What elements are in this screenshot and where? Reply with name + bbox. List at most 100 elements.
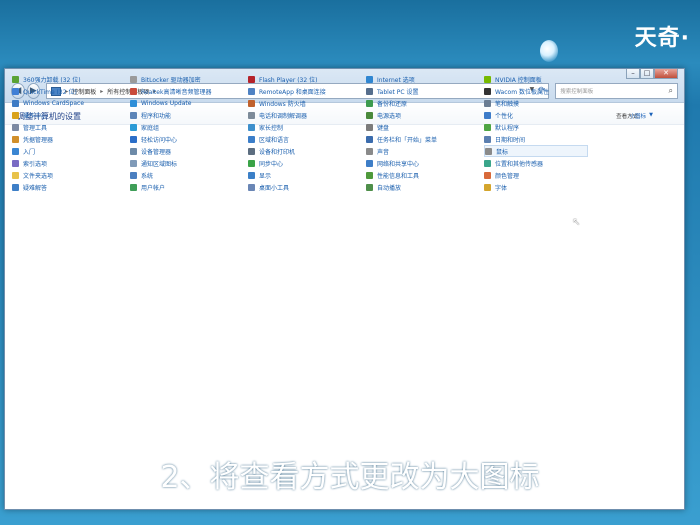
control-panel-item[interactable]: 360强力卸载 (32 位) [12, 73, 130, 85]
item-label: 键盘 [377, 124, 390, 132]
control-panel-item[interactable]: Internet 选项 [366, 73, 484, 85]
control-panel-item[interactable]: 疑难解答 [12, 181, 130, 193]
control-panel-item[interactable]: 入门 [12, 145, 130, 157]
watermark-logo: 天奇· [634, 26, 690, 51]
item-label: 备份和还原 [377, 100, 408, 108]
control-panel-item[interactable]: 操作中心 [12, 109, 130, 121]
control-panel-item[interactable]: 轻松访问中心 [130, 133, 248, 145]
control-panel-items: 360强力卸载 (32 位) QuickTime (32 位) Windows Ca… [12, 73, 602, 193]
item-label: 设备管理器 [141, 148, 172, 156]
control-panel-item[interactable]: 区域和语言 [248, 133, 366, 145]
control-panel-item[interactable]: BitLocker 驱动器加密 [130, 73, 248, 85]
chevron-down-icon[interactable]: ▼ [649, 112, 653, 118]
control-panel-item[interactable]: 备份和还原 [366, 97, 484, 109]
control-panel-item[interactable]: 电话和调制解调器 [248, 109, 366, 121]
control-panel-item[interactable]: Tablet PC 设置 [366, 85, 484, 97]
item-label: 轻松访问中心 [141, 136, 178, 144]
control-panel-item[interactable]: 管理工具 [12, 121, 130, 133]
item-label: 360强力卸载 (32 位) [23, 76, 81, 84]
item-icon [12, 111, 19, 119]
control-panel-item[interactable]: 键盘 [366, 121, 484, 133]
control-panel-item[interactable]: 设备和打印机 [248, 145, 366, 157]
control-panel-item[interactable]: RemoteApp 和桌面连接 [248, 85, 366, 97]
item-label: 网络和共享中心 [377, 160, 420, 168]
control-panel-item[interactable]: 用户帐户 [130, 181, 248, 193]
control-panel-item[interactable]: Windows 防火墙 [248, 97, 366, 109]
item-label: 文件夹选项 [23, 172, 54, 180]
control-panel-item[interactable]: 文件夹选项 [12, 169, 130, 181]
item-label: 电源选项 [377, 112, 402, 120]
control-panel-item[interactable]: 鼠标 [484, 145, 588, 157]
control-panel-item[interactable]: 凭据管理器 [12, 133, 130, 145]
control-panel-item[interactable]: 系统 [130, 169, 248, 181]
control-panel-item[interactable]: 显示 [248, 169, 366, 181]
control-panel-item[interactable]: 日期和时间 [484, 133, 602, 145]
item-icon [484, 183, 491, 191]
item-icon [248, 111, 255, 119]
control-panel-item[interactable]: 家长控制 [248, 121, 366, 133]
item-label: Internet 选项 [377, 76, 415, 84]
control-panel-item[interactable]: 通知区域图标 [130, 157, 248, 169]
control-panel-item[interactable]: 性能信息和工具 [366, 169, 484, 181]
item-label: 颜色管理 [495, 172, 520, 180]
item-icon [248, 135, 255, 143]
item-icon [366, 99, 373, 107]
control-panel-item[interactable]: 位置和其他传感器 [484, 157, 602, 169]
item-icon [484, 75, 491, 83]
control-panel-item[interactable]: 家庭组 [130, 121, 248, 133]
item-label: Flash Player (32 位) [259, 76, 318, 84]
control-panel-item[interactable]: 任务栏和「开始」菜单 [366, 133, 484, 145]
item-icon [248, 147, 255, 155]
control-panel-item[interactable]: 索引选项 [12, 157, 130, 169]
item-icon [130, 123, 137, 131]
item-label: 家长控制 [259, 124, 284, 132]
item-icon [248, 159, 255, 167]
view-by-dropdown[interactable]: 小图标 [629, 112, 646, 120]
control-panel-item[interactable]: Flash Player (32 位) [248, 73, 366, 85]
control-panel-item[interactable]: Realtek高清晰音频管理器 [130, 85, 248, 97]
item-label: 位置和其他传感器 [495, 160, 544, 168]
item-label: 设备和打印机 [259, 148, 296, 156]
minimize-button[interactable]: – [626, 69, 640, 79]
close-button[interactable]: ✕ [654, 69, 678, 79]
desktop-glow [540, 40, 558, 62]
item-icon [12, 171, 19, 179]
control-panel-item[interactable]: Wacom 数位板属性 [484, 85, 602, 97]
item-icon [12, 147, 19, 155]
control-panel-item[interactable]: Windows CardSpace [12, 97, 130, 109]
control-panel-item[interactable]: Windows Update [130, 97, 248, 109]
control-panel-item[interactable]: QuickTime (32 位) [12, 85, 130, 97]
control-panel-item[interactable]: 电源选项 [366, 109, 484, 121]
control-panel-item[interactable]: 声音 [366, 145, 484, 157]
control-panel-item[interactable]: 字体 [484, 181, 602, 193]
item-label: QuickTime (32 位) [23, 88, 77, 96]
item-label: 字体 [495, 184, 508, 192]
control-panel-item[interactable]: 自动播放 [366, 181, 484, 193]
item-label: 索引选项 [23, 160, 48, 168]
control-panel-item[interactable]: 同步中心 [248, 157, 366, 169]
item-label: Tablet PC 设置 [377, 88, 419, 96]
item-label: 笔和触摸 [495, 100, 520, 108]
item-icon [130, 171, 137, 179]
tutorial-caption: 2、将查看方式更改为大图标 [160, 460, 540, 495]
maximize-button[interactable]: □ [640, 69, 654, 79]
control-panel-item[interactable]: 默认程序 [484, 121, 602, 133]
control-panel-item[interactable]: 网络和共享中心 [366, 157, 484, 169]
item-icon [366, 159, 373, 167]
control-panel-item[interactable]: 颜色管理 [484, 169, 602, 181]
control-panel-item[interactable]: 设备管理器 [130, 145, 248, 157]
control-panel-item[interactable]: 程序和功能 [130, 109, 248, 121]
window-controls: – □ ✕ [626, 69, 678, 79]
control-panel-item[interactable]: 桌面小工具 [248, 181, 366, 193]
control-panel-item[interactable]: 个性化 [484, 109, 602, 121]
item-label: Windows 防火墙 [259, 100, 306, 108]
item-label: Windows CardSpace [23, 99, 85, 107]
control-panel-item[interactable]: 笔和触摸 [484, 97, 602, 109]
control-panel-item[interactable]: NVIDIA 控制面板 [484, 73, 602, 85]
item-label: NVIDIA 控制面板 [495, 76, 542, 84]
item-icon [130, 183, 137, 191]
item-label: 性能信息和工具 [377, 172, 420, 180]
item-icon [12, 99, 19, 107]
search-icon[interactable]: ⌕ [669, 86, 673, 96]
item-label: 系统 [141, 172, 154, 180]
